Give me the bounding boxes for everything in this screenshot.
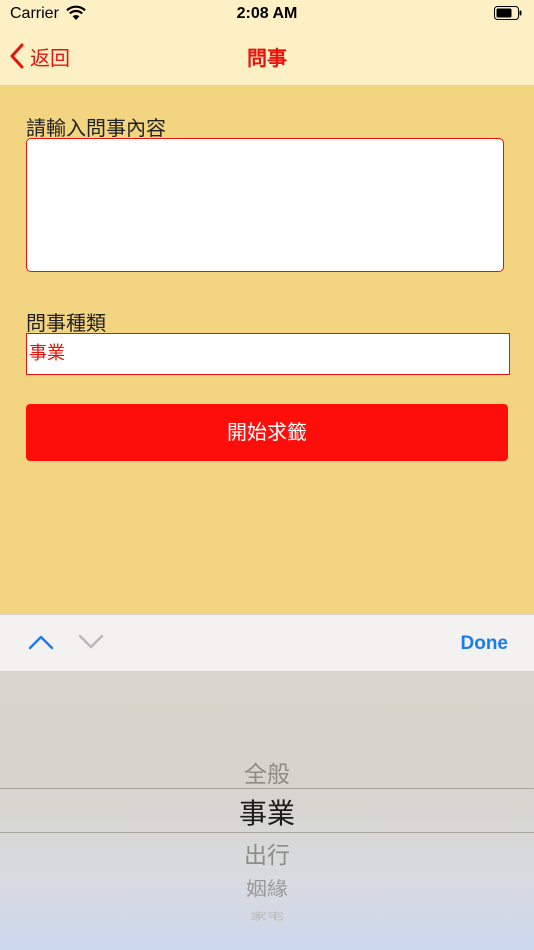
navigation-bar: 返回 問事 <box>0 28 534 86</box>
page-title: 問事 <box>247 46 287 70</box>
picker-option[interactable]: 出行 <box>0 836 534 870</box>
battery-icon <box>494 6 522 20</box>
question-textarea[interactable] <box>26 138 504 272</box>
category-label: 問事種類 <box>26 311 106 335</box>
status-bar: Carrier 2:08 AM <box>0 0 534 28</box>
question-label: 請輸入問事內容 <box>26 116 166 140</box>
start-draw-button[interactable]: 開始求籤 <box>26 404 508 461</box>
done-button[interactable]: Done <box>461 633 509 655</box>
picker-option[interactable]: 家宅 <box>0 909 534 922</box>
chevron-down-icon[interactable] <box>78 633 104 651</box>
status-time: 2:08 AM <box>236 5 298 22</box>
picker-option[interactable]: 姻緣 <box>0 875 534 902</box>
chevron-up-icon[interactable] <box>28 633 54 651</box>
category-input[interactable]: 事業 <box>26 333 510 375</box>
form-area: 請輸入問事內容 問事種類 事業 開始求籤 <box>0 86 534 614</box>
picker-option[interactable]: 全般 <box>0 755 534 789</box>
picker-selection-bottom-line <box>0 832 534 833</box>
category-picker[interactable]: 全般 事業 出行 姻緣 家宅 <box>0 671 534 950</box>
picker-toolbar: Done <box>0 614 534 672</box>
picker-option-selected[interactable]: 事業 <box>0 792 534 832</box>
